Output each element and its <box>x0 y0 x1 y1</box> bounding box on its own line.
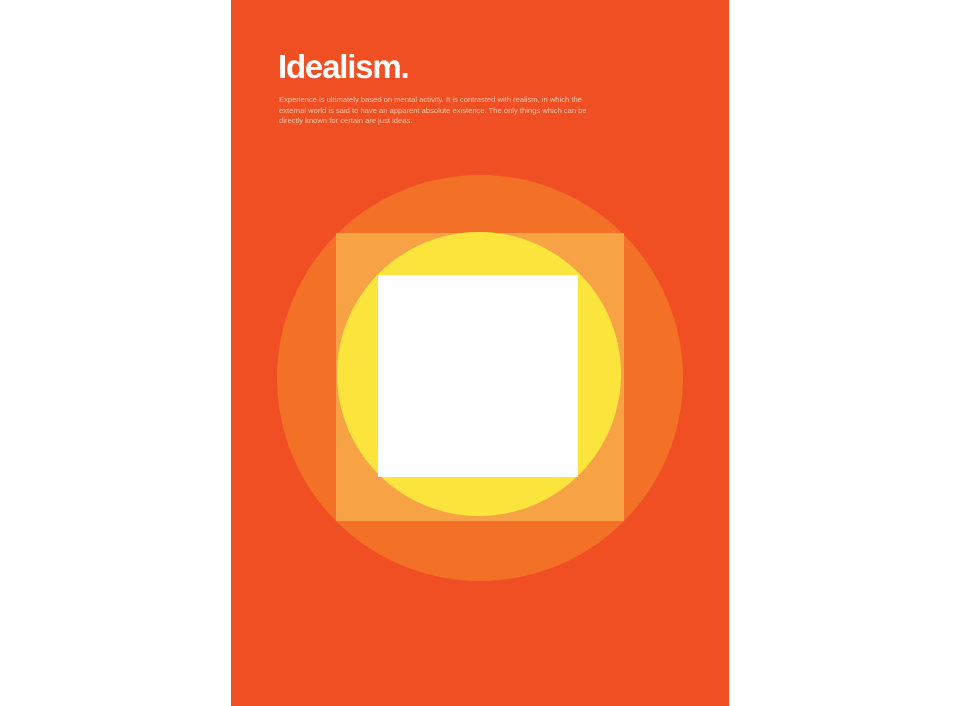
poster-title: Idealism. <box>278 48 410 85</box>
center-square-shape <box>378 275 578 477</box>
page-background: Idealism. Experience is ultimately based… <box>0 0 960 706</box>
idealism-poster: Idealism. Experience is ultimately based… <box>231 0 729 706</box>
poster-description: Experience is ultimately based on mental… <box>279 95 587 125</box>
